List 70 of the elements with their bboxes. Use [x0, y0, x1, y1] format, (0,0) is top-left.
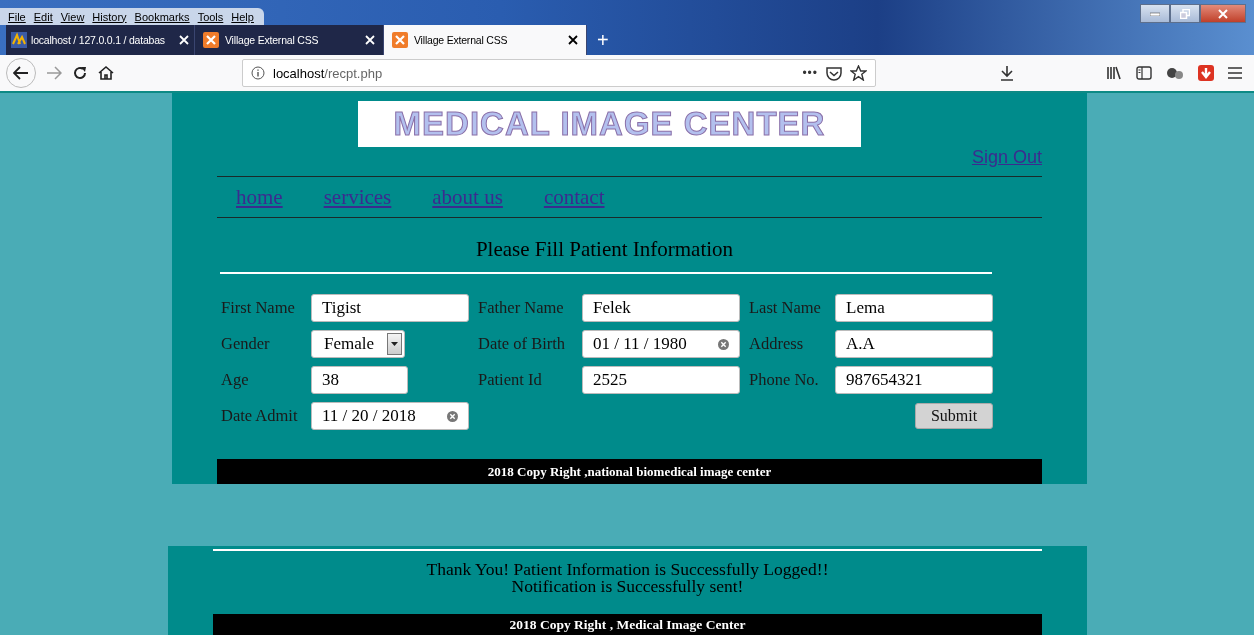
- field-label: Father Name: [478, 298, 565, 318]
- browser-tab[interactable]: Village External CSS: [195, 25, 384, 55]
- close-icon[interactable]: [568, 35, 578, 45]
- footer-bar: 2018 Copy Right , Medical Image Center: [213, 614, 1042, 635]
- input-field[interactable]: 2525: [582, 366, 740, 394]
- restore-button[interactable]: [1170, 4, 1200, 23]
- browser-tab[interactable]: localhost / 127.0.0.1 / databas: [6, 25, 195, 55]
- download-icon[interactable]: [1000, 65, 1014, 81]
- app-icon: [203, 32, 219, 48]
- menu-item[interactable]: Edit: [29, 10, 57, 23]
- footer-bar: 2018 Copy Right ,national biomedical image center: [217, 459, 1042, 484]
- field-label: Date Admit: [221, 406, 299, 426]
- menu-item[interactable]: View: [56, 10, 89, 23]
- dropdown-arrow-icon[interactable]: [391, 342, 398, 346]
- back-arrow-icon: [13, 66, 29, 80]
- tab-title: localhost / 127.0.0.1 / databas: [31, 34, 166, 46]
- success-message: Notification is Successfully sent!: [510, 578, 744, 595]
- reload-icon[interactable]: [72, 65, 88, 81]
- clear-icon[interactable]: [718, 338, 729, 350]
- field-label: Date of Birth: [478, 334, 567, 354]
- input-field[interactable]: A.A: [835, 330, 993, 358]
- tab-title: Village External CSS: [414, 34, 509, 46]
- address-bar[interactable]: localhost/recpt.php •••: [242, 59, 876, 87]
- browser-tab[interactable]: Village External CSS: [384, 25, 587, 55]
- field-label: Patient Id: [478, 370, 543, 390]
- menu-item[interactable]: History: [88, 10, 131, 23]
- restore-icon: [1180, 8, 1190, 19]
- clear-icon[interactable]: [447, 410, 458, 422]
- url-text: localhost/recpt.php: [273, 65, 384, 81]
- success-message: Thank You! Patient Information is Successfully Logged!!: [425, 561, 830, 578]
- save-icon[interactable]: [1198, 65, 1214, 81]
- menu-item[interactable]: File: [4, 10, 30, 23]
- input-field[interactable]: 38: [311, 366, 408, 394]
- forward-arrow-icon[interactable]: [46, 66, 62, 80]
- star-icon[interactable]: [850, 65, 867, 81]
- field-label: First Name: [221, 298, 296, 318]
- field-label: Address: [749, 334, 805, 354]
- menu-item[interactable]: Help: [227, 10, 258, 23]
- field-label: Age: [221, 370, 250, 390]
- menu-item[interactable]: Tools: [193, 10, 228, 23]
- field-label: Gender: [221, 334, 271, 354]
- date-field[interactable]: 11 / 20 / 2018: [311, 402, 469, 430]
- database-icon: [11, 32, 27, 48]
- tab-title: Village External CSS: [225, 34, 320, 46]
- menu-item[interactable]: Bookmarks: [130, 10, 194, 23]
- form-title: Please Fill Patient Information: [474, 237, 735, 262]
- input-field[interactable]: Felek: [582, 294, 740, 322]
- close-icon: [1218, 8, 1228, 19]
- logo-banner: MEDICAL IMAGE CENTER: [358, 101, 861, 147]
- home-icon[interactable]: [98, 65, 114, 81]
- minimize-button[interactable]: [1140, 4, 1170, 23]
- extension-icon[interactable]: [1166, 66, 1184, 80]
- input-field[interactable]: Tigist: [311, 294, 469, 322]
- library-icon[interactable]: [1106, 66, 1122, 80]
- info-icon: [251, 66, 265, 80]
- field-label: Last Name: [749, 298, 822, 318]
- input-field[interactable]: Lema: [835, 294, 993, 322]
- new-tab-button[interactable]: +: [587, 25, 619, 55]
- app-icon: [392, 32, 408, 48]
- more-button[interactable]: •••: [802, 66, 818, 80]
- sidebar-icon[interactable]: [1136, 66, 1152, 80]
- pocket-icon[interactable]: [826, 65, 842, 81]
- close-button[interactable]: [1200, 4, 1246, 23]
- date-field[interactable]: 01 / 11 / 1980: [582, 330, 740, 358]
- minimize-icon: [1150, 11, 1160, 16]
- field-label: Phone No.: [749, 370, 820, 390]
- menu-icon[interactable]: [1228, 67, 1242, 79]
- submit-button[interactable]: Submit: [915, 403, 993, 429]
- input-field[interactable]: 987654321: [835, 366, 993, 394]
- gender-dropdown[interactable]: Female: [311, 330, 405, 358]
